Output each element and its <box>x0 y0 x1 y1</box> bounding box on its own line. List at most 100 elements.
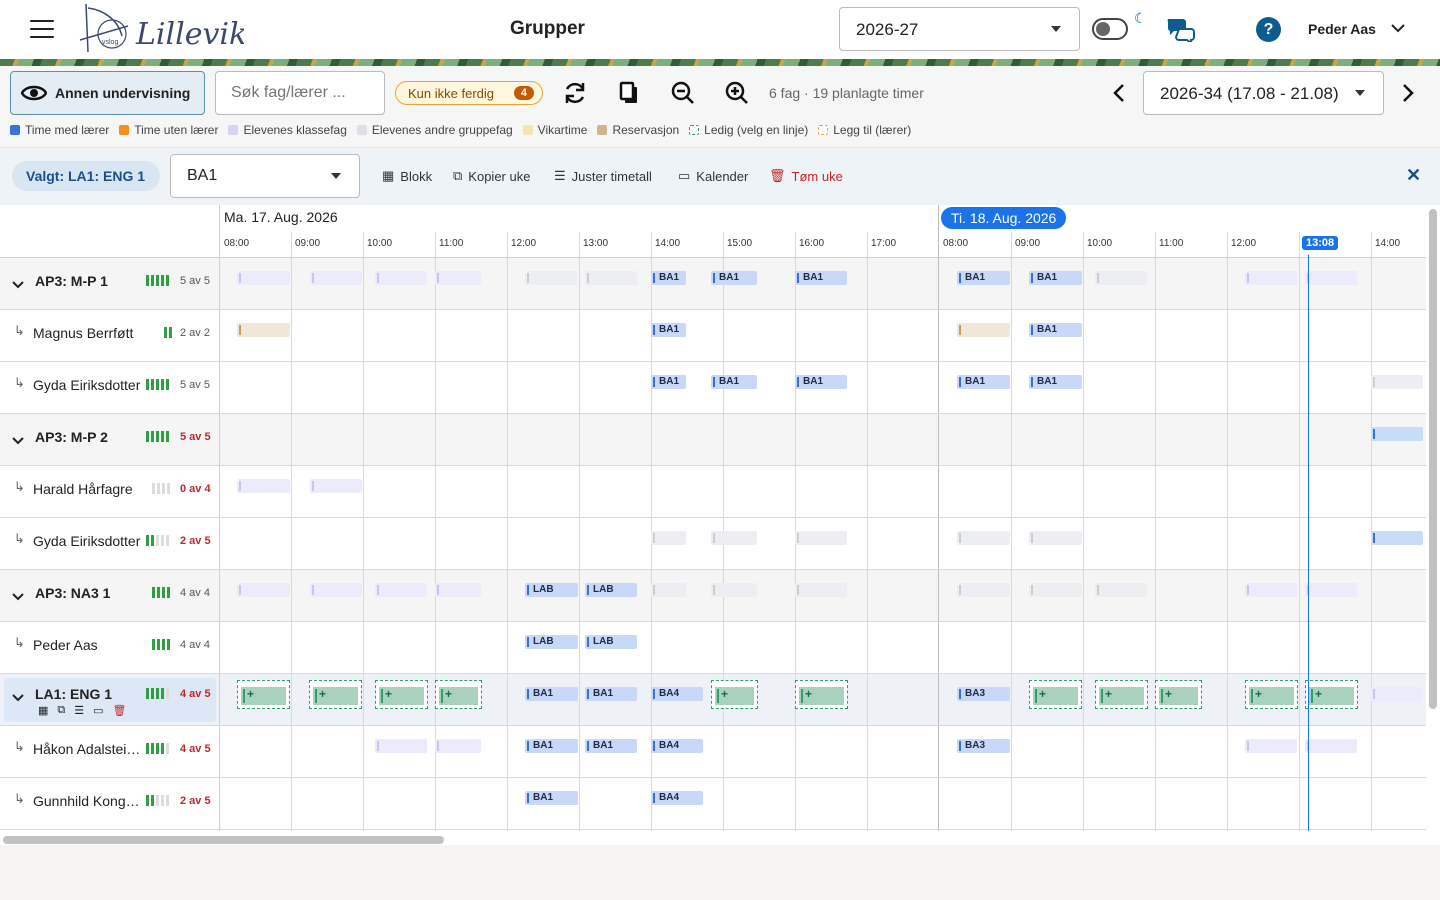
free-slot[interactable] <box>435 680 482 709</box>
free-slot[interactable] <box>309 680 362 709</box>
lesson-block[interactable]: BA1 <box>651 375 686 389</box>
copy-icon[interactable]: ⧉ <box>57 704 65 717</box>
calendar-icon[interactable]: ▭ <box>93 704 103 717</box>
school-year-select[interactable]: 2026-27 <box>839 7 1080 51</box>
refresh-icon[interactable] <box>562 80 588 106</box>
hour-label: 10:00 <box>1087 238 1113 249</box>
chevron-down-icon[interactable] <box>1390 20 1406 36</box>
tom-uke-button[interactable]: 🗑 Tøm uke <box>769 168 843 184</box>
add-lesson-slot[interactable] <box>313 687 358 705</box>
lesson-block[interactable]: LAB <box>585 635 637 649</box>
lesson-block[interactable]: LAB <box>525 583 578 597</box>
lesson-block[interactable]: BA1 <box>651 271 686 285</box>
lesson-block[interactable]: BA1 <box>525 687 578 701</box>
lesson-block[interactable]: BA1 <box>795 375 847 389</box>
sliders-icon[interactable]: ☰ <box>74 704 84 717</box>
add-lesson-slot[interactable] <box>1099 687 1144 705</box>
free-slot[interactable] <box>1029 680 1082 709</box>
blokk-button[interactable]: ▦ Blokk <box>382 168 432 184</box>
add-lesson-slot[interactable] <box>1159 687 1198 705</box>
menu-icon[interactable] <box>30 20 54 38</box>
trash-icon[interactable]: 🗑 <box>113 704 127 717</box>
grid-icon[interactable]: ▦ <box>38 704 48 717</box>
teacher-row[interactable]: ↳ Gunnhild Kong… 2 av 5 <box>0 785 219 831</box>
horizontal-scrollbar[interactable] <box>0 833 1426 845</box>
add-lesson-slot[interactable] <box>241 687 286 705</box>
lesson-block[interactable]: BA1 <box>651 323 686 337</box>
add-lesson-slot[interactable] <box>1249 687 1294 705</box>
lesson-block[interactable]: BA1 <box>585 739 637 753</box>
free-slot[interactable] <box>711 680 758 709</box>
teacher-row[interactable]: ↳ Peder Aas 4 av 4 <box>0 629 219 681</box>
hour-label: 16:00 <box>799 238 825 249</box>
kopier-uke-button[interactable]: ⧉ Kopier uke <box>453 168 530 184</box>
add-lesson-slot[interactable] <box>1309 687 1354 705</box>
search-input[interactable] <box>215 71 385 115</box>
annen-undervisning-button[interactable]: Annen undervisning <box>10 71 205 115</box>
free-slot[interactable] <box>795 680 848 709</box>
teacher-row[interactable]: ↳ Gyda Eiriksdotter 2 av 5 <box>0 525 219 577</box>
juster-timetall-button[interactable]: ☰ Juster timetall <box>554 168 652 184</box>
chat-icon[interactable] <box>1166 16 1196 42</box>
add-lesson-slot[interactable] <box>439 687 478 705</box>
close-icon[interactable]: ✕ <box>1406 165 1421 186</box>
free-slot[interactable] <box>1305 680 1358 709</box>
add-lesson-slot[interactable] <box>1033 687 1078 705</box>
zoom-out-icon[interactable] <box>670 80 696 106</box>
lesson-block[interactable]: BA1 <box>1029 323 1082 337</box>
lesson-block[interactable]: BA1 <box>585 687 637 701</box>
svg-text:vslog: vslog <box>102 39 118 46</box>
free-slot[interactable] <box>1095 680 1148 709</box>
chevron-down-icon[interactable] <box>12 690 24 708</box>
class-select[interactable]: BA1 <box>170 154 360 198</box>
lesson-block[interactable]: BA4 <box>651 687 703 701</box>
chevron-down-icon[interactable] <box>12 433 24 451</box>
add-lesson-slot[interactable] <box>799 687 844 705</box>
lesson-block[interactable]: BA4 <box>651 791 703 805</box>
add-lesson-slot[interactable] <box>715 687 754 705</box>
lesson-block[interactable]: BA1 <box>1029 271 1082 285</box>
lesson-block[interactable]: LAB <box>585 583 637 597</box>
teacher-row[interactable]: ↳ Harald Hårfagre 0 av 4 <box>0 473 219 525</box>
lesson-block[interactable]: BA1 <box>795 271 847 285</box>
week-select[interactable]: 2026-34 (17.08 - 21.08) <box>1143 71 1384 115</box>
group-row[interactable]: AP3: NA3 1 4 av 4 <box>0 577 219 629</box>
group-row[interactable]: AP3: M-P 2 5 av 5 <box>0 421 219 473</box>
lesson-block[interactable]: BA1 <box>1029 375 1082 389</box>
not-done-filter[interactable]: Kun ikke ferdig 4 <box>395 81 543 105</box>
lesson-block[interactable]: BA3 <box>957 687 1010 701</box>
lesson-block[interactable]: BA1 <box>957 271 1010 285</box>
group-row[interactable]: AP3: M-P 1 5 av 5 <box>0 265 219 317</box>
kalender-button[interactable]: ▭ Kalender <box>678 168 748 184</box>
lesson-block[interactable]: BA1 <box>711 375 757 389</box>
copy-icon[interactable] <box>616 80 642 106</box>
dark-mode-toggle[interactable] <box>1092 18 1128 40</box>
lesson-block[interactable]: BA1 <box>525 739 578 753</box>
chevron-down-icon[interactable] <box>12 589 24 607</box>
lesson-block[interactable]: BA4 <box>651 739 703 753</box>
lesson-block[interactable]: BA1 <box>957 375 1010 389</box>
teacher-row[interactable]: ↳ Magnus Berrføtt 2 av 2 <box>0 317 219 369</box>
user-name[interactable]: Peder Aas <box>1308 21 1376 37</box>
lesson-block[interactable]: BA1 <box>525 791 578 805</box>
background-block <box>1305 583 1357 597</box>
free-slot[interactable] <box>1245 680 1298 709</box>
lesson-block[interactable]: BA1 <box>711 271 757 285</box>
lesson-block[interactable]: BA3 <box>957 739 1010 753</box>
chevron-down-icon[interactable] <box>12 277 24 295</box>
row-name: Harald Hårfagre <box>33 481 133 497</box>
teacher-row[interactable]: ↳ Håkon Adalstei… 4 av 5 <box>0 733 219 785</box>
lesson-block[interactable]: LAB <box>525 635 578 649</box>
teacher-row[interactable]: ↳ Gyda Eiriksdotter 5 av 5 <box>0 369 219 421</box>
free-slot[interactable] <box>375 680 428 709</box>
free-slot[interactable] <box>237 680 290 709</box>
caret-down-icon <box>1355 90 1365 96</box>
free-slot[interactable] <box>1155 680 1202 709</box>
help-icon[interactable]: ? <box>1256 17 1281 42</box>
zoom-in-icon[interactable] <box>724 80 750 106</box>
chevron-right-icon[interactable] <box>1400 83 1416 103</box>
vertical-scrollbar[interactable] <box>1426 205 1440 831</box>
background-block <box>1371 531 1423 545</box>
chevron-left-icon[interactable] <box>1111 83 1127 103</box>
add-lesson-slot[interactable] <box>379 687 424 705</box>
